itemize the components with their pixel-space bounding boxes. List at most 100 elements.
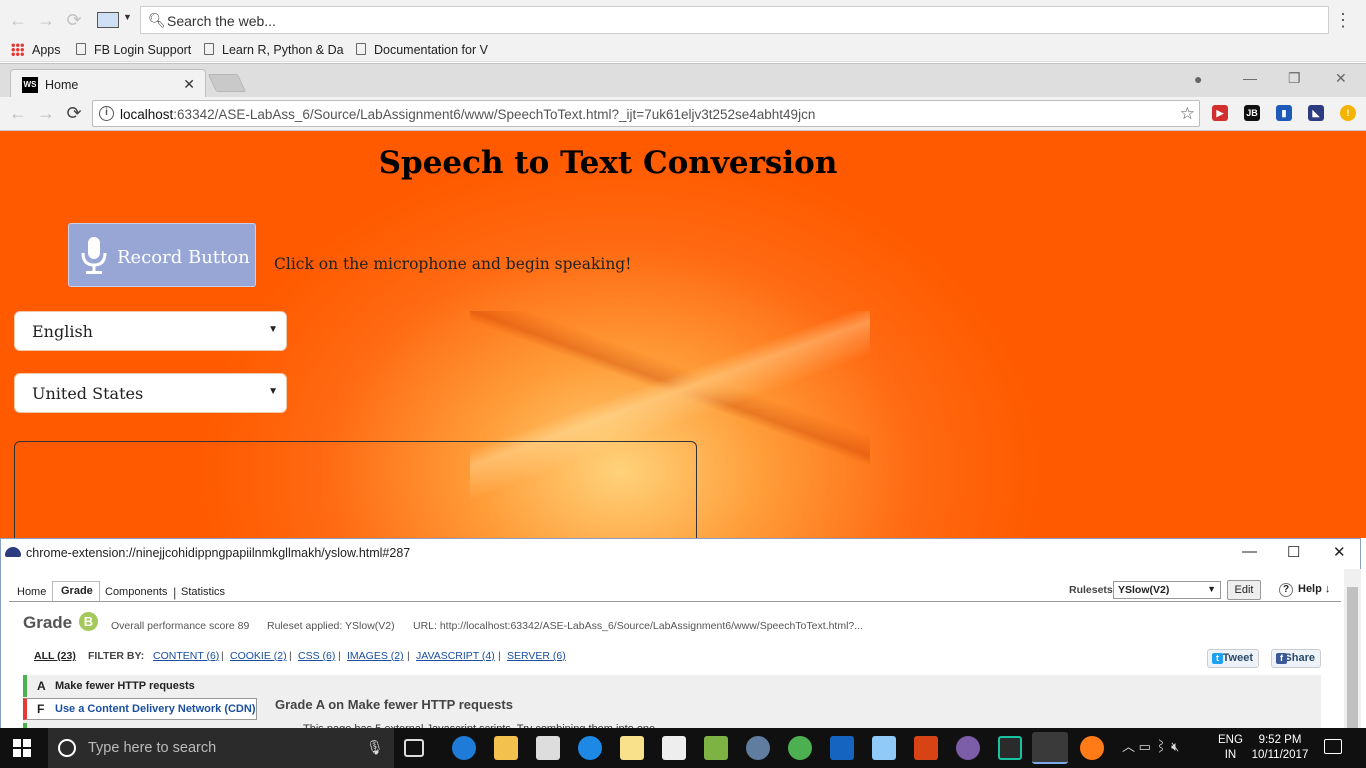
profile-icon[interactable]: ● xyxy=(1194,71,1202,87)
maximize-icon[interactable]: ☐ xyxy=(1287,543,1300,561)
page-icon xyxy=(204,43,214,55)
outer-search-bar[interactable]: 🔍︎ Search the web... xyxy=(140,6,1329,34)
yslow-scrollbar[interactable] xyxy=(1344,569,1361,730)
record-button[interactable]: Record Button xyxy=(68,223,256,287)
reload-icon[interactable]: ⟳ xyxy=(64,103,84,123)
spreadsheet-icon[interactable] xyxy=(704,736,728,760)
taskbar-search-placeholder: Type here to search xyxy=(88,740,217,756)
scrollbar-thumb[interactable] xyxy=(1347,587,1358,730)
tab-components[interactable]: Components xyxy=(105,586,167,598)
restore-icon[interactable]: ❐ xyxy=(1288,70,1301,87)
caret-down-icon: ▼ xyxy=(1207,584,1216,594)
info-icon[interactable]: i xyxy=(99,106,114,121)
help-button[interactable]: ? Help ↓ xyxy=(1279,583,1330,597)
r-icon[interactable] xyxy=(746,736,770,760)
url-input[interactable]: i localhost:63342/ASE-LabAss_6/Source/La… xyxy=(92,100,1200,127)
warning-icon[interactable]: ! xyxy=(1340,105,1356,121)
safari-icon[interactable] xyxy=(578,736,602,760)
firefox-icon[interactable] xyxy=(1080,736,1104,760)
filter-javascript[interactable]: JAVASCRIPT (4) xyxy=(416,650,495,662)
close-icon[interactable]: ✕ xyxy=(183,76,195,93)
tab-grade[interactable]: Grade xyxy=(61,585,93,597)
yslow-icon[interactable] xyxy=(1032,732,1068,764)
outlook-icon[interactable] xyxy=(830,736,854,760)
rulesets-label: Rulesets xyxy=(1069,584,1113,596)
minimize-icon[interactable]: — xyxy=(1243,70,1257,86)
filter-cookie[interactable]: COOKIE (2) xyxy=(230,650,287,662)
store-icon[interactable] xyxy=(536,736,560,760)
filter-content[interactable]: CONTENT (6) xyxy=(153,650,219,662)
rule-detail-title: Grade A on Make fewer HTTP requests xyxy=(275,697,513,712)
edit-button[interactable]: Edit xyxy=(1227,580,1261,600)
bookmark-learn-r-python[interactable]: Learn R, Python & Da xyxy=(204,43,344,57)
tab-statistics[interactable]: Statistics xyxy=(181,586,225,598)
filter-css[interactable]: CSS (6) xyxy=(298,650,335,662)
taskbar-search[interactable]: Type here to search 🎙︎ xyxy=(48,728,394,768)
bookmark-fb-login-support[interactable]: FB Login Support xyxy=(76,43,191,57)
search-icon: 🔍︎ xyxy=(148,12,166,28)
forward-arrow-icon[interactable]: → xyxy=(36,10,56,30)
bookmark-documentation[interactable]: Documentation for V xyxy=(356,43,488,57)
webstorm-icon[interactable] xyxy=(998,736,1022,760)
file-explorer-icon[interactable] xyxy=(494,736,518,760)
grade-badge: B xyxy=(79,612,98,631)
bookmark-star-icon[interactable]: ☆ xyxy=(1180,104,1195,124)
extension-red-icon[interactable]: ▶ xyxy=(1212,105,1228,121)
ruleset-applied: Ruleset applied: YSlow(V2) xyxy=(267,620,395,632)
tab-home[interactable]: WS Home ✕ xyxy=(10,69,206,98)
outer-search-placeholder: Search the web... xyxy=(167,13,276,29)
tab-title: Home xyxy=(45,78,79,92)
tab-home[interactable]: Home xyxy=(17,586,46,598)
filter-images[interactable]: IMAGES (2) xyxy=(347,650,404,662)
tab-view-icon[interactable] xyxy=(97,12,119,28)
windows-start-icon[interactable] xyxy=(13,739,31,757)
edge-icon[interactable] xyxy=(452,736,476,760)
rule-item-selected[interactable]: F Use a Content Delivery Network (CDN) xyxy=(23,698,257,720)
webstorm-icon: WS xyxy=(22,77,38,93)
rule-item[interactable]: A Make fewer HTTP requests xyxy=(23,675,257,697)
tab-strip: WS Home ✕ ● — ❐ ✕ xyxy=(0,63,1366,98)
reload-icon[interactable]: ⟳ xyxy=(64,10,84,30)
tweet-button[interactable]: t Tweet xyxy=(1207,649,1259,668)
system-tray[interactable]: ︿ ▭ ⌇ 🔇︎ xyxy=(1122,736,1179,755)
extension-yslow-icon[interactable]: ◣ xyxy=(1308,105,1324,121)
filter-all[interactable]: ALL (23) xyxy=(34,650,76,662)
extension-jb-icon[interactable]: JB xyxy=(1244,105,1260,121)
back-arrow-icon[interactable]: ← xyxy=(8,103,28,123)
extension-bookmark-icon[interactable]: ▮ xyxy=(1276,105,1292,121)
menu-icon[interactable]: ⋮ xyxy=(1334,10,1352,30)
github-icon[interactable] xyxy=(956,736,980,760)
sticky-notes-icon[interactable] xyxy=(620,736,644,760)
window-close-icon[interactable]: ✕ xyxy=(1333,543,1346,561)
back-arrow-icon[interactable]: ← xyxy=(8,10,28,30)
address-toolbar: ← → ⟳ i localhost:63342/ASE-LabAss_6/Sou… xyxy=(0,97,1366,131)
new-tab-button[interactable] xyxy=(207,74,247,92)
filter-server[interactable]: SERVER (6) xyxy=(507,650,566,662)
share-button[interactable]: f Share xyxy=(1271,649,1321,668)
powerpoint-icon[interactable] xyxy=(914,736,938,760)
transcript-area[interactable] xyxy=(14,441,697,538)
chevron-down-icon[interactable]: ▼ xyxy=(123,12,132,22)
language-select-value: English xyxy=(32,322,93,341)
language-indicator[interactable]: ENG IN xyxy=(1218,733,1243,763)
dialect-select[interactable]: United States ▼ xyxy=(14,373,287,413)
clock[interactable]: 9:52 PM 10/11/2017 xyxy=(1250,733,1310,763)
forward-arrow-icon[interactable]: → xyxy=(36,103,56,123)
rule-grade: F xyxy=(37,702,45,716)
microphone-icon[interactable]: 🎙︎ xyxy=(366,739,384,756)
window-close-icon[interactable]: ✕ xyxy=(1335,70,1347,87)
minimize-icon[interactable]: — xyxy=(1242,543,1257,560)
bookmark-apps[interactable]: Apps xyxy=(11,43,61,57)
chrome-icon[interactable] xyxy=(788,736,812,760)
task-view-icon[interactable] xyxy=(404,739,424,757)
filter-divider: | xyxy=(407,650,410,662)
dialect-select-value: United States xyxy=(32,384,144,403)
mail-icon[interactable] xyxy=(662,736,686,760)
apps-grid-icon xyxy=(11,43,24,56)
notifications-icon[interactable] xyxy=(1324,739,1342,754)
twitter-icon: t xyxy=(1212,653,1223,664)
language-select[interactable]: English ▼ xyxy=(14,311,287,351)
ruleset-select[interactable]: YSlow(V2) ▼ xyxy=(1113,581,1221,599)
rule-name: Use a Content Delivery Network (CDN) xyxy=(55,703,256,715)
notes-icon[interactable] xyxy=(872,736,896,760)
